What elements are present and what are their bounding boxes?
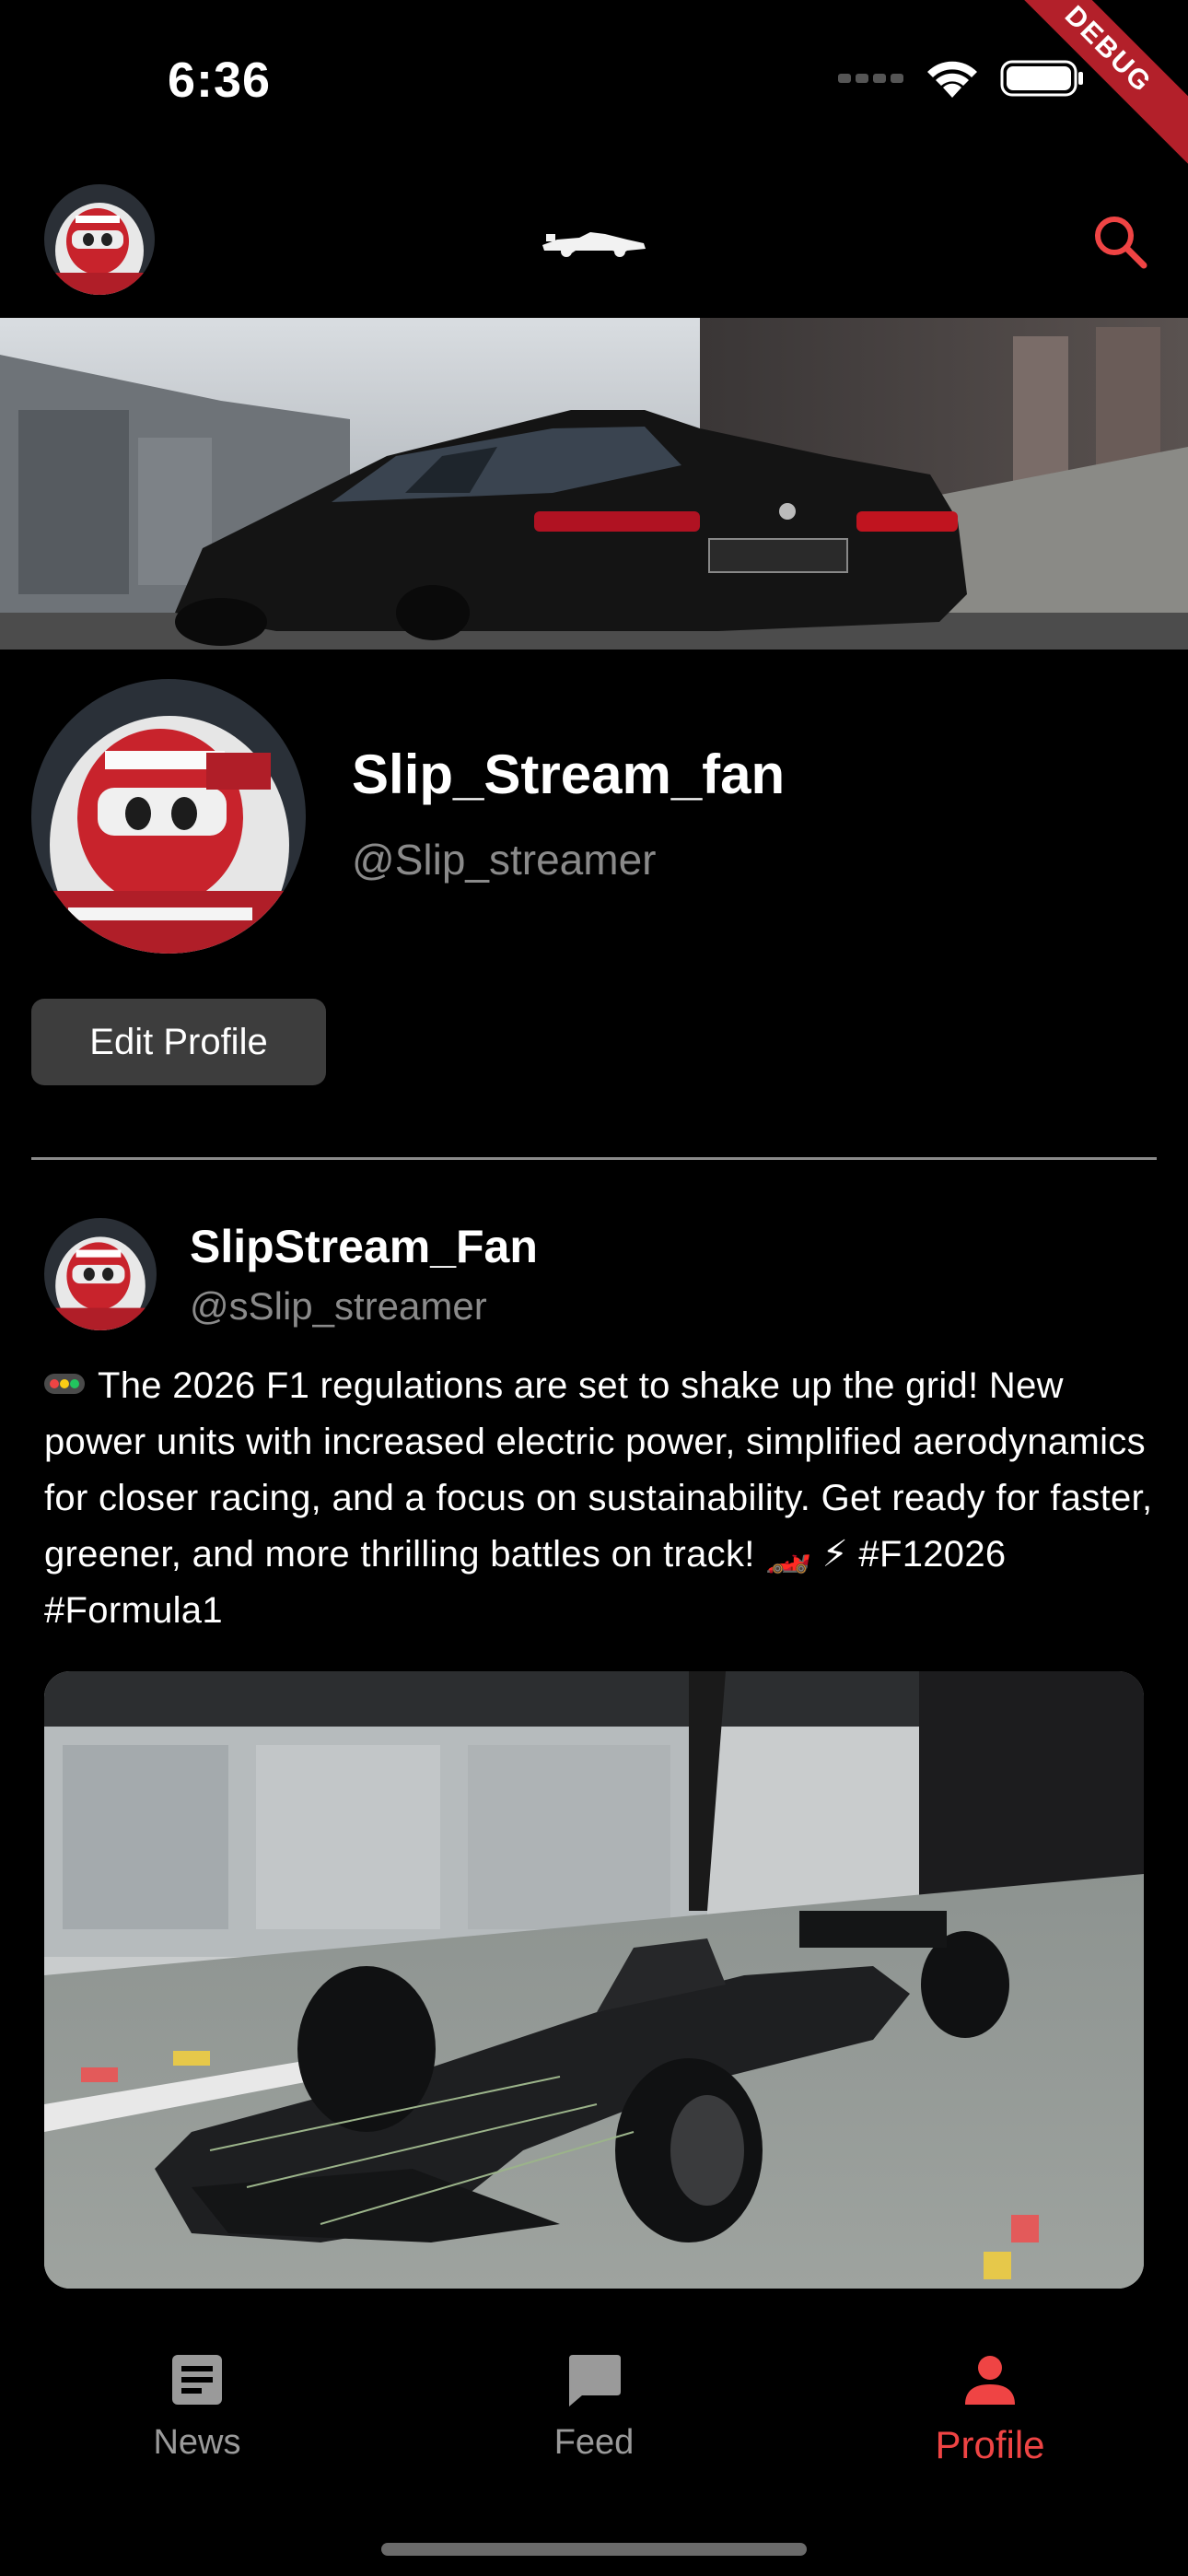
nav-label-profile: Profile (935, 2423, 1045, 2466)
cellular-signal-icon (838, 74, 903, 83)
article-icon (172, 2355, 222, 2405)
divider (31, 1157, 1157, 1160)
chat-bubble-icon (569, 2355, 621, 2406)
profile-avatar[interactable] (31, 679, 306, 954)
post-text-content: The 2026 F1 regulations are set to shake… (44, 1365, 1153, 1631)
status-icons (838, 57, 1085, 100)
appbar-avatar[interactable] (44, 184, 155, 295)
edit-profile-button[interactable]: Edit Profile (31, 999, 326, 1085)
post-author-avatar[interactable] (44, 1218, 157, 1330)
post-image[interactable] (44, 1671, 1144, 2289)
nav-label-news: News (153, 2423, 241, 2462)
person-icon (965, 2356, 1015, 2405)
nav-label-feed: Feed (553, 2423, 635, 2462)
nav-item-profile[interactable]: Profile (870, 2349, 1110, 2467)
wifi-icon (927, 61, 977, 98)
battery-icon (1000, 60, 1083, 97)
traffic-light-icon (44, 1374, 85, 1395)
nav-item-news[interactable]: News (77, 2349, 317, 2463)
bottom-navigation: News Feed Profile (0, 2322, 1188, 2576)
post-author-name[interactable]: SlipStream_Fan (190, 1220, 538, 1273)
profile-banner-image (0, 318, 1188, 650)
status-bar: 6:36 DEBUG (0, 0, 1188, 175)
f1-car-icon (542, 232, 646, 257)
home-indicator[interactable] (381, 2543, 807, 2556)
status-time: 6:36 (168, 53, 272, 108)
profile-handle: @Slip_streamer (352, 836, 657, 884)
post-author-handle: @sSlip_streamer (190, 1284, 487, 1328)
app-bar (0, 166, 1188, 318)
profile-display-name: Slip_Stream_fan (352, 744, 786, 805)
search-icon[interactable] (1090, 212, 1151, 273)
post-text: The 2026 F1 regulations are set to shake… (44, 1358, 1159, 1639)
nav-item-feed[interactable]: Feed (474, 2349, 714, 2463)
